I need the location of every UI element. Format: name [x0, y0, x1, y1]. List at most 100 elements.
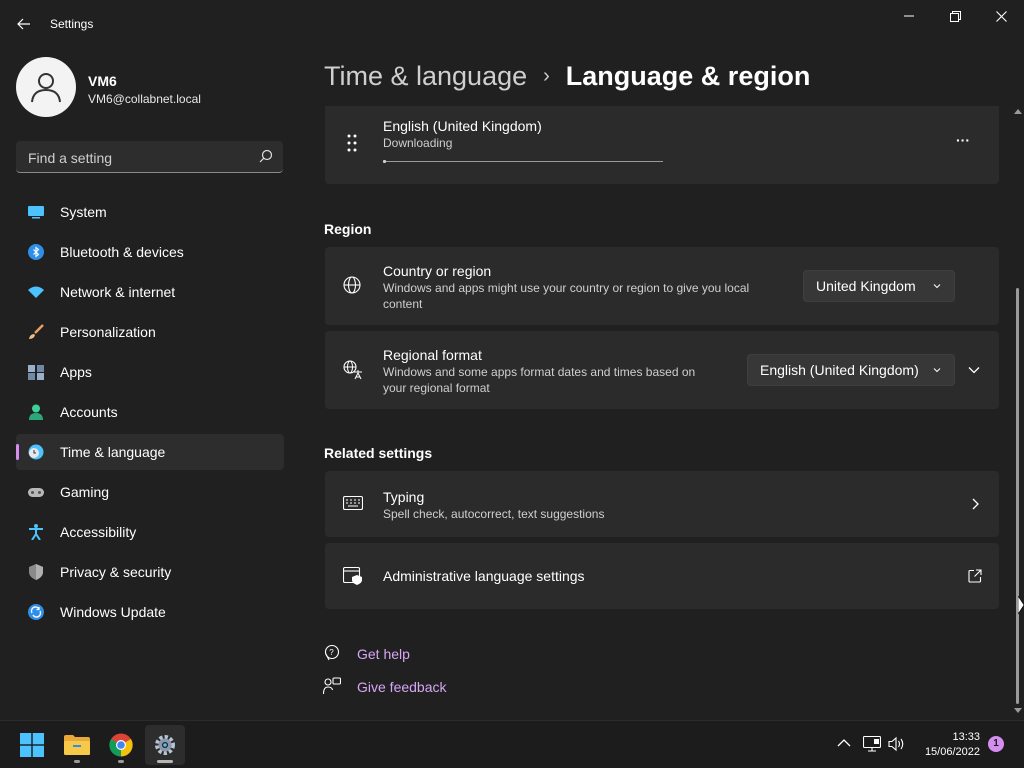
gamepad-icon — [28, 488, 44, 497]
country-desc-line2: content — [383, 297, 423, 311]
search-icon[interactable] — [259, 149, 273, 163]
country-dropdown[interactable]: United Kingdom — [803, 270, 955, 302]
language-card[interactable]: English (United Kingdom) Downloading ··· — [325, 106, 999, 184]
sidebar-item-gaming[interactable]: Gaming — [16, 474, 284, 510]
give-feedback-link[interactable]: Give feedback — [357, 679, 447, 695]
drag-handle-icon[interactable] — [347, 134, 357, 152]
accessibility-icon — [29, 524, 43, 540]
regional-format-desc-line2: your regional format — [383, 381, 490, 395]
get-help-link[interactable]: Get help — [357, 646, 410, 662]
sidebar-item-label: Personalization — [60, 324, 156, 340]
time-language-icon — [28, 444, 44, 460]
page-title: Language & region — [565, 60, 811, 91]
sidebar-item-accessibility[interactable]: Accessibility — [16, 514, 284, 550]
regional-format-desc-line1: Windows and some apps format dates and t… — [383, 365, 696, 379]
chrome-button[interactable] — [101, 725, 141, 765]
apps-icon — [28, 365, 44, 380]
restore-button[interactable] — [932, 0, 978, 32]
search-box[interactable] — [16, 141, 283, 174]
sidebar-item-label: Bluetooth & devices — [60, 244, 184, 260]
sidebar-item-label: System — [60, 204, 107, 220]
sidebar-item-label: Accessibility — [60, 524, 137, 540]
scroll-up-icon[interactable] — [1014, 108, 1022, 114]
country-desc-line1: Windows and apps might use your country … — [383, 281, 750, 295]
keyboard-icon — [343, 495, 363, 511]
sidebar-item-label: Apps — [60, 364, 92, 380]
sidebar-item-apps[interactable]: Apps — [16, 354, 284, 390]
avatar[interactable] — [16, 57, 76, 117]
network-status-icon[interactable] — [863, 736, 881, 752]
sidebar-item-personalization[interactable]: Personalization — [16, 314, 284, 350]
sidebar-nav: System Bluetooth & devices Network & int… — [16, 194, 284, 634]
update-icon — [28, 604, 44, 620]
give-feedback-icon — [323, 677, 341, 695]
country-title: Country or region — [383, 263, 492, 279]
search-input[interactable] — [26, 141, 250, 174]
file-explorer-button[interactable] — [57, 725, 97, 765]
sidebar-item-network[interactable]: Network & internet — [16, 274, 284, 310]
user-name: VM6 — [88, 73, 117, 89]
get-help-icon: ? — [324, 644, 340, 661]
system-icon — [28, 206, 44, 219]
sidebar-item-windows-update[interactable]: Windows Update — [16, 594, 284, 630]
file-explorer-icon — [64, 735, 90, 755]
scrollbar[interactable] — [1014, 106, 1022, 718]
more-options-button[interactable]: ··· — [947, 132, 979, 154]
network-icon — [28, 286, 44, 298]
scrollbar-thumb[interactable] — [1016, 288, 1019, 704]
bluetooth-icon — [28, 244, 44, 260]
admin-settings-icon — [343, 567, 362, 585]
language-name: English (United Kingdom) — [383, 118, 542, 134]
region-section-title: Region — [324, 221, 372, 237]
close-icon — [995, 10, 1007, 22]
admin-language-card[interactable]: Administrative language settings — [325, 543, 999, 609]
cursor-icon — [1018, 596, 1024, 614]
regional-format-title: Regional format — [383, 347, 482, 363]
app-title: Settings — [50, 17, 94, 31]
country-region-card: Country or region Windows and apps might… — [325, 247, 999, 325]
restore-icon — [949, 10, 961, 22]
brush-icon — [29, 324, 44, 339]
settings-taskbar-button[interactable] — [145, 725, 185, 765]
sidebar-item-label: Privacy & security — [60, 564, 172, 580]
sidebar-item-label: Accounts — [60, 404, 118, 420]
language-status: Downloading — [383, 136, 453, 150]
chevron-down-icon — [933, 284, 941, 289]
regional-format-icon — [343, 360, 362, 380]
expand-chevron-icon[interactable] — [967, 363, 981, 377]
show-hidden-icons-icon[interactable] — [837, 738, 851, 748]
breadcrumb-parent[interactable]: Time & language — [324, 61, 527, 92]
download-progress-bar — [383, 160, 663, 163]
sidebar-item-label: Time & language — [60, 444, 166, 460]
globe-icon — [343, 276, 361, 294]
volume-icon[interactable] — [888, 736, 906, 752]
minimize-icon — [904, 15, 914, 17]
download-progress-fill — [383, 160, 386, 163]
sidebar-item-privacy[interactable]: Privacy & security — [16, 554, 284, 590]
sidebar-item-accounts[interactable]: Accounts — [16, 394, 284, 430]
scroll-down-icon[interactable] — [1014, 708, 1022, 714]
regional-format-dropdown[interactable]: English (United Kingdom) — [747, 354, 955, 386]
active-indicator — [157, 760, 173, 763]
sidebar-item-system[interactable]: System — [16, 194, 284, 230]
clock-date: 15/06/2022 — [924, 746, 980, 758]
start-icon — [20, 733, 44, 757]
back-button[interactable] — [12, 10, 36, 38]
start-button[interactable] — [12, 725, 52, 765]
related-settings-title: Related settings — [324, 445, 433, 461]
close-button[interactable] — [978, 0, 1024, 32]
sidebar-item-label: Windows Update — [60, 604, 166, 620]
regional-format-card[interactable]: Regional format Windows and some apps fo… — [325, 331, 999, 409]
clock[interactable]: 13:33 15/06/2022 — [920, 730, 980, 760]
sidebar-item-time-language[interactable]: Time & language — [16, 434, 284, 470]
notification-badge[interactable]: 1 — [988, 736, 1004, 752]
country-dropdown-value: United Kingdom — [816, 278, 916, 294]
svg-text:?: ? — [329, 648, 334, 657]
user-email: VM6@collabnet.local — [88, 92, 201, 106]
typing-card[interactable]: Typing Spell check, autocorrect, text su… — [325, 471, 999, 537]
admin-language-title: Administrative language settings — [383, 568, 585, 584]
running-indicator — [118, 760, 124, 763]
sidebar-item-bluetooth[interactable]: Bluetooth & devices — [16, 234, 284, 270]
minimize-button[interactable] — [886, 0, 932, 32]
sidebar-item-label: Network & internet — [60, 284, 176, 300]
